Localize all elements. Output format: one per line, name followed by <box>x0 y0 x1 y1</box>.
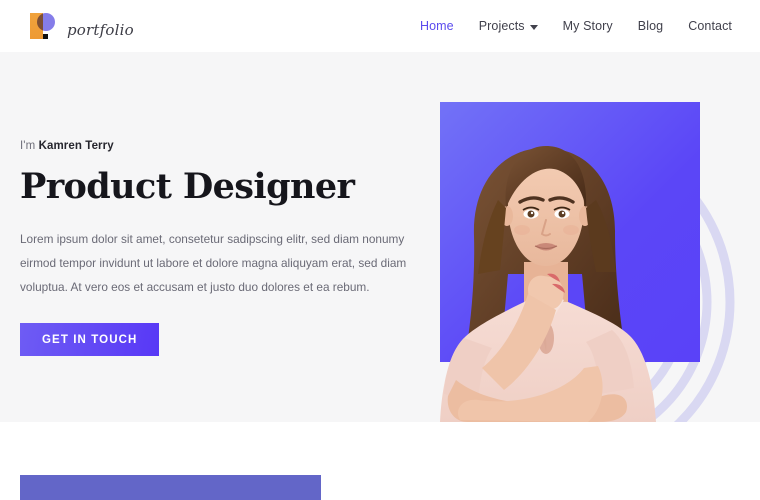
hero-eyebrow-name: Kamren Terry <box>38 140 114 152</box>
nav-item-home[interactable]: Home <box>420 19 454 33</box>
nav-label-my-story: My Story <box>562 19 613 33</box>
story-image-card <box>20 475 321 500</box>
portfolio-logo-icon <box>30 11 58 41</box>
page-title: Product Designer <box>20 166 355 207</box>
hero-eyebrow: I'm Kamren Terry <box>20 140 420 152</box>
nav-label-blog: Blog <box>637 19 664 33</box>
nav-item-contact[interactable]: Contact <box>688 19 732 33</box>
hero-eyebrow-prefix: I'm <box>20 140 39 152</box>
hero-paragraph: Lorem ipsum dolor sit amet, consetetur s… <box>20 231 407 295</box>
portrait-photo <box>440 146 656 422</box>
hero-text-block: I'm Kamren Terry Product Designer Lorem … <box>20 140 420 357</box>
brand-logo[interactable]: portfolio <box>30 11 134 41</box>
nav-item-my-story[interactable]: My Story <box>563 19 613 33</box>
logo-dot-shape <box>43 34 48 39</box>
nav-label-home: Home <box>419 19 454 33</box>
story-portrait-photo <box>20 475 321 500</box>
nav-item-projects[interactable]: Projects <box>479 19 538 33</box>
main-navigation: Home Projects My Story Blog Contact <box>420 19 732 33</box>
brand-name: portfolio <box>67 21 134 39</box>
nav-label-projects: Projects <box>478 19 525 33</box>
nav-item-blog[interactable]: Blog <box>638 19 663 33</box>
chevron-down-icon <box>529 24 538 30</box>
my-story-section: MY STORY <box>0 422 760 500</box>
hero-artwork <box>420 52 760 422</box>
nav-label-contact: Contact <box>688 19 732 33</box>
hero-section: I'm Kamren Terry Product Designer Lorem … <box>0 52 760 422</box>
site-header: portfolio Home Projects My Story Blog Co… <box>0 0 760 52</box>
get-in-touch-button[interactable]: GET IN TOUCH <box>20 323 160 357</box>
logo-circle-shape <box>37 13 55 31</box>
